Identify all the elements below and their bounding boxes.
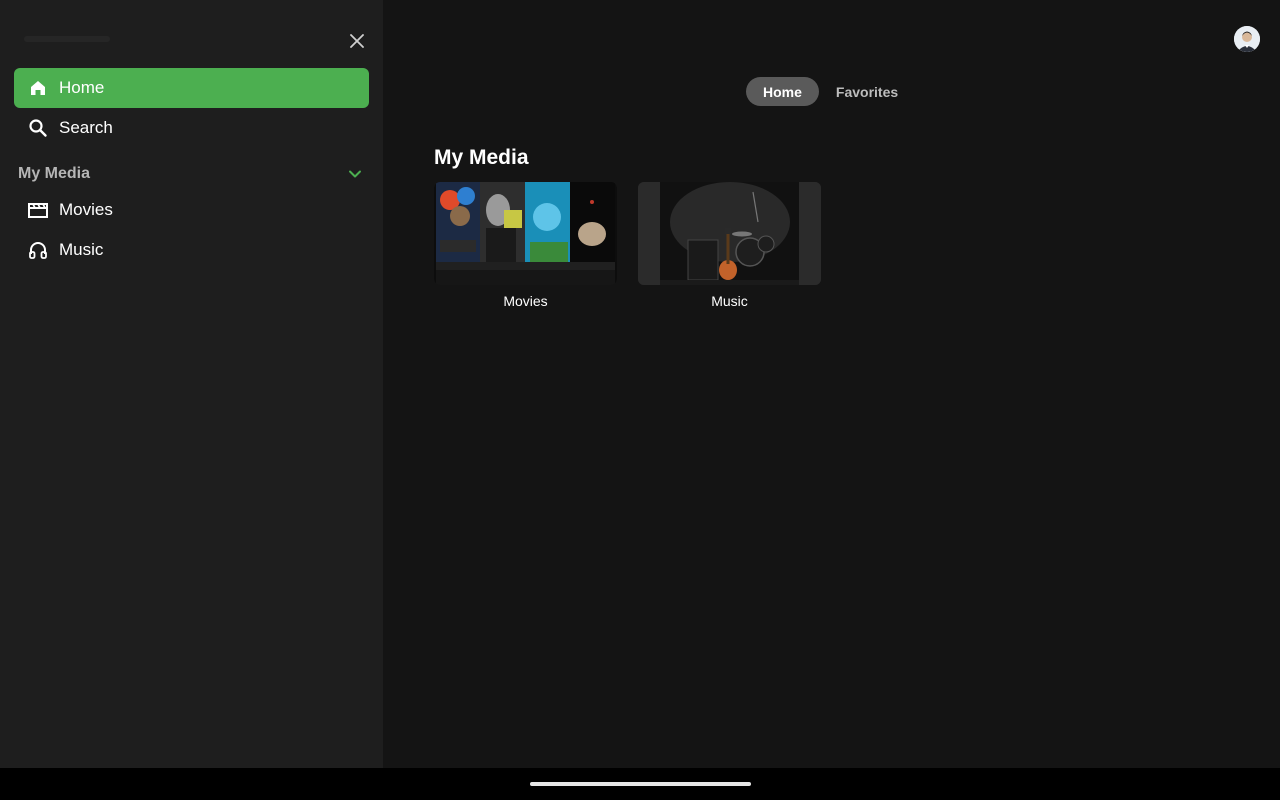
tab-favorites[interactable]: Favorites xyxy=(819,77,915,106)
nav-item-search[interactable]: Search xyxy=(14,108,369,148)
nav-item-label: Home xyxy=(59,78,105,97)
tab-home[interactable]: Home xyxy=(746,77,819,106)
close-sidebar-button[interactable] xyxy=(345,29,369,53)
music-thumbnail xyxy=(638,182,821,285)
search-icon xyxy=(26,116,50,140)
app-window: Home Search My Media Movies Music Home F… xyxy=(0,0,1280,800)
nav-item-label: Music xyxy=(59,240,104,259)
chevron-down-icon xyxy=(345,164,365,184)
library-card-movies[interactable]: Movies xyxy=(434,182,617,309)
card-label: Movies xyxy=(503,293,548,309)
my-media-section-toggle[interactable]: My Media xyxy=(14,160,369,188)
library-card-music[interactable]: Music xyxy=(638,182,821,309)
home-icon xyxy=(26,76,50,100)
sidebar: Home Search My Media Movies Music xyxy=(0,0,383,768)
section-title: My Media xyxy=(434,146,529,169)
card-label: Music xyxy=(711,293,748,309)
view-tabs: Home Favorites xyxy=(746,77,915,106)
movie-icon xyxy=(26,198,50,222)
home-indicator[interactable] xyxy=(530,782,751,786)
user-avatar[interactable] xyxy=(1234,26,1260,52)
nav-item-label: Search xyxy=(59,118,113,137)
close-icon xyxy=(350,34,364,48)
nav-item-movies[interactable]: Movies xyxy=(14,190,369,230)
section-label: My Media xyxy=(18,165,91,182)
system-nav-bar xyxy=(0,768,1280,800)
headphones-icon xyxy=(26,238,50,262)
nav-item-music[interactable]: Music xyxy=(14,230,369,270)
movies-thumbnail xyxy=(434,182,617,285)
nav-item-label: Movies xyxy=(59,200,113,219)
app-logo xyxy=(24,30,114,48)
nav-item-home[interactable]: Home xyxy=(14,68,369,108)
